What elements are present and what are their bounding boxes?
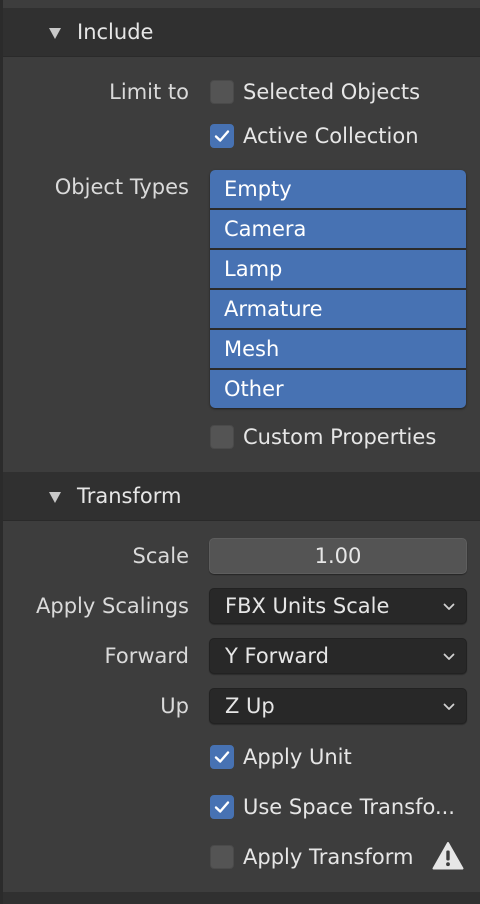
- checkbox-unchecked-icon[interactable]: [210, 845, 234, 869]
- custom-properties-checkbox[interactable]: Custom Properties: [210, 424, 436, 450]
- checkbox-unchecked-icon[interactable]: [210, 425, 234, 449]
- active-collection-label: Active Collection: [243, 124, 419, 148]
- triangle-down-icon: [49, 491, 61, 503]
- apply-scalings-dropdown[interactable]: FBX Units Scale: [209, 588, 467, 624]
- selected-objects-label: Selected Objects: [243, 80, 421, 104]
- forward-label: Forward: [104, 644, 189, 668]
- object-types-list: Empty Camera Lamp Armature Mesh Other: [210, 170, 466, 408]
- apply-unit-checkbox[interactable]: Apply Unit: [210, 744, 352, 770]
- checkbox-unchecked-icon[interactable]: [210, 80, 234, 104]
- use-space-transform-label: Use Space Transfo...: [243, 795, 455, 819]
- triangle-down-icon: [49, 27, 61, 39]
- chevron-down-icon: [443, 603, 455, 610]
- object-type-camera[interactable]: Camera: [210, 210, 466, 248]
- object-type-empty[interactable]: Empty: [210, 170, 466, 208]
- chevron-down-icon: [443, 653, 455, 660]
- panel-border: [0, 0, 3, 904]
- scale-label: Scale: [132, 544, 190, 568]
- apply-unit-label: Apply Unit: [243, 745, 352, 769]
- transform-section-header[interactable]: Transform: [3, 472, 480, 521]
- selected-objects-checkbox[interactable]: Selected Objects: [210, 79, 420, 105]
- export-options-panel: Include Limit to Selected Objects Active…: [0, 0, 480, 904]
- warning-icon: [432, 842, 464, 870]
- apply-transform-checkbox[interactable]: Apply Transform: [210, 844, 413, 870]
- up-label: Up: [160, 694, 189, 718]
- apply-scalings-label: Apply Scalings: [36, 594, 189, 618]
- use-space-transform-checkbox[interactable]: Use Space Transfo...: [210, 794, 455, 820]
- object-types-label: Object Types: [54, 175, 189, 199]
- apply-scalings-value: FBX Units Scale: [225, 594, 390, 618]
- scale-value: 1.00: [314, 544, 362, 568]
- object-type-other[interactable]: Other: [210, 370, 466, 408]
- limit-to-label: Limit to: [109, 80, 189, 104]
- checkmark-icon[interactable]: [210, 795, 234, 819]
- forward-value: Y Forward: [225, 644, 329, 668]
- next-section-header: [3, 892, 480, 904]
- object-type-lamp[interactable]: Lamp: [210, 250, 466, 288]
- scale-field[interactable]: 1.00: [209, 538, 467, 574]
- up-dropdown[interactable]: Z Up: [209, 688, 467, 724]
- forward-dropdown[interactable]: Y Forward: [209, 638, 467, 674]
- object-type-armature[interactable]: Armature: [210, 290, 466, 328]
- object-type-mesh[interactable]: Mesh: [210, 330, 466, 368]
- include-header-title: Include: [77, 20, 154, 44]
- transform-header-title: Transform: [77, 484, 182, 508]
- apply-transform-label: Apply Transform: [243, 845, 414, 869]
- include-section-header[interactable]: Include: [3, 8, 480, 57]
- checkmark-icon[interactable]: [210, 124, 234, 148]
- custom-properties-label: Custom Properties: [243, 425, 437, 449]
- active-collection-checkbox[interactable]: Active Collection: [210, 123, 419, 149]
- chevron-down-icon: [443, 703, 455, 710]
- up-value: Z Up: [225, 694, 275, 718]
- checkmark-icon[interactable]: [210, 745, 234, 769]
